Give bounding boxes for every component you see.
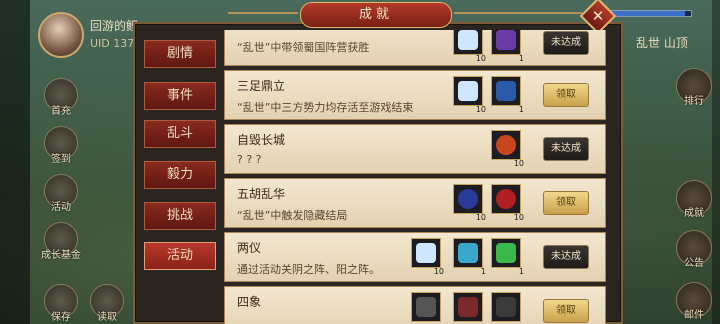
- achievement-desc: 通过活动关阴之阵、阳之阵。: [237, 263, 380, 276]
- activity-button[interactable]: 活动: [44, 174, 78, 213]
- panel-title: 成就: [358, 7, 393, 22]
- location-label: 乱世 山顶: [636, 36, 688, 50]
- reward-count: 10: [475, 54, 486, 63]
- right-edge: [712, 0, 720, 324]
- reward-count: 1: [480, 267, 486, 276]
- player-name: 回游的鲤: [90, 19, 139, 33]
- status-button[interactable]: 未达成: [543, 137, 589, 161]
- fruit-icon[interactable]: 10: [491, 130, 524, 168]
- book-purple-icon[interactable]: 1: [491, 30, 524, 63]
- reward-count: 10: [513, 159, 524, 168]
- book-blue-icon[interactable]: 1: [491, 76, 524, 114]
- ranking-button[interactable]: 排行: [676, 68, 712, 107]
- achievement-row: 三足鼎立 “乱世”中三方势力均存活至游戏结束 10 1 领取: [224, 70, 606, 120]
- first-recharge-label: 首充: [51, 106, 71, 117]
- save-label: 保存: [51, 312, 71, 323]
- achievement-button[interactable]: 成就: [676, 180, 712, 219]
- growth-fund-button[interactable]: 成长基金: [41, 222, 81, 261]
- reward-count: 1: [518, 54, 524, 63]
- achievement-row: 自毁长城 ? ? ? 10 未达成: [224, 124, 606, 174]
- red-fruit-icon[interactable]: 10: [491, 184, 524, 222]
- reward-count: 1: [518, 267, 524, 276]
- status-button[interactable]: 未达成: [543, 245, 589, 269]
- achievement-list[interactable]: “乱世”中带领蜀国阵营获胜 10 1 未达成 三足鼎立 “乱世”中三方势力均存活…: [224, 30, 606, 324]
- panel-title-bar: 成就: [300, 2, 452, 28]
- achievement-desc: “乱世”中触发隐藏结局: [237, 209, 348, 222]
- close-icon: ✕: [591, 7, 605, 25]
- tab-brawl[interactable]: 乱斗: [144, 120, 216, 148]
- achievement-row: 五胡乱华 “乱世”中触发隐藏结局 10 10 领取: [224, 178, 606, 228]
- achievement-title: 自毁长城: [237, 133, 286, 147]
- title-decoration-right: [454, 12, 582, 14]
- top-progress-bar: [610, 10, 692, 17]
- scroll-blue-icon[interactable]: 1: [453, 238, 486, 276]
- tab-challenge[interactable]: 挑战: [144, 202, 216, 230]
- tab-activity[interactable]: 活动: [144, 242, 216, 270]
- tab-perseverance[interactable]: 毅力: [144, 161, 216, 189]
- notice-label: 公告: [684, 258, 704, 269]
- mail-label: 邮件: [684, 310, 704, 321]
- spider-icon[interactable]: [411, 292, 441, 322]
- activity-label: 活动: [51, 202, 71, 213]
- claim-button[interactable]: 领取: [543, 83, 589, 107]
- tab-event[interactable]: 事件: [144, 82, 216, 110]
- achievement-row: 两仪 通过活动关阴之阵、阳之阵。 10 1 1 未达成: [224, 232, 606, 282]
- achievement-desc: “乱世”中带领蜀国阵营获胜: [237, 41, 370, 54]
- claim-button[interactable]: 领取: [543, 299, 589, 323]
- reward-count: 1: [518, 105, 524, 114]
- sign-in-button[interactable]: 签到: [44, 126, 78, 165]
- tab-story[interactable]: 剧情: [144, 40, 216, 68]
- growth-fund-label: 成长基金: [41, 250, 81, 261]
- achievement-title: 三足鼎立: [237, 79, 286, 93]
- left-edge: [0, 0, 30, 324]
- achievement-title: 四象: [237, 295, 262, 309]
- achievement-row: “乱世”中带领蜀国阵营获胜 10 1 未达成: [224, 30, 606, 66]
- reward-count: 10: [513, 213, 524, 222]
- weapon-icon[interactable]: [453, 292, 483, 322]
- notice-button[interactable]: 公告: [676, 230, 712, 269]
- scroll-green-icon[interactable]: 1: [491, 238, 524, 276]
- achievement-desc: “乱世”中三方势力均存活至游戏结束: [237, 101, 414, 114]
- crystal-icon[interactable]: 10: [411, 238, 444, 276]
- load-label: 读取: [97, 312, 117, 323]
- ranking-label: 排行: [684, 96, 704, 107]
- mail-button[interactable]: 邮件: [676, 282, 712, 321]
- crystal-icon[interactable]: 10: [453, 76, 486, 114]
- reward-count: 10: [433, 267, 444, 276]
- save-button[interactable]: 保存: [44, 284, 78, 323]
- blue-fruit-icon[interactable]: 10: [453, 184, 486, 222]
- achievement-title: 两仪: [237, 241, 262, 255]
- claim-button[interactable]: 领取: [543, 191, 589, 215]
- first-recharge-button[interactable]: 首充: [44, 78, 78, 117]
- reward-count: 10: [475, 213, 486, 222]
- achievement-desc: ? ? ?: [237, 153, 262, 166]
- title-decoration-left: [228, 12, 298, 14]
- reward-count: 10: [475, 105, 486, 114]
- achievement-row: 四象 领取: [224, 286, 606, 324]
- sign-in-label: 签到: [51, 154, 71, 165]
- achievement-label: 成就: [684, 208, 704, 219]
- player-avatar[interactable]: [38, 12, 84, 58]
- crystal-icon[interactable]: 10: [453, 30, 486, 63]
- blade-icon[interactable]: [491, 292, 521, 322]
- achievement-title: 五胡乱华: [237, 187, 286, 201]
- status-button[interactable]: 未达成: [543, 31, 589, 55]
- load-button[interactable]: 读取: [90, 284, 124, 323]
